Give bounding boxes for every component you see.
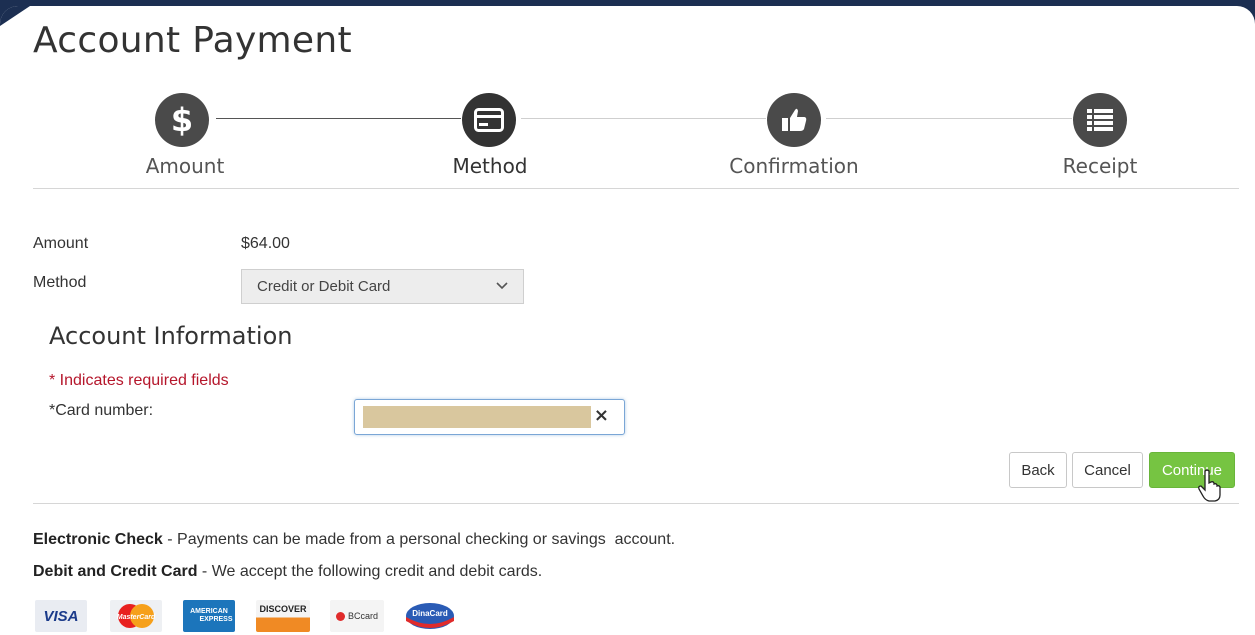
discover-logo-text: DISCOVER bbox=[259, 604, 307, 614]
mastercard-circles: MasterCard bbox=[117, 604, 156, 628]
amex-logo: AMERICAN EXPRESS bbox=[183, 600, 235, 632]
mastercard-logo: MasterCard bbox=[110, 600, 162, 632]
divider-bottom bbox=[33, 503, 1239, 504]
list-icon bbox=[1087, 109, 1113, 131]
cancel-button[interactable]: Cancel bbox=[1072, 452, 1143, 488]
dollar-icon: $ bbox=[171, 102, 193, 138]
back-button[interactable]: Back bbox=[1009, 452, 1067, 488]
discover-logo: DISCOVER bbox=[256, 600, 310, 632]
bccard-logo: BCcard bbox=[330, 600, 384, 632]
card-number-redacted bbox=[363, 406, 591, 428]
step-label-receipt: Receipt bbox=[1062, 154, 1138, 178]
step-amount[interactable]: $ bbox=[155, 93, 209, 147]
card-number-label: *Card number: bbox=[49, 402, 154, 419]
visa-logo-text: VISA bbox=[43, 607, 79, 625]
mastercard-logo-text: MasterCard bbox=[117, 614, 156, 621]
electronic-check-title: Electronic Check bbox=[33, 531, 163, 548]
step-connector-2 bbox=[521, 118, 766, 119]
amount-value: $64.00 bbox=[241, 235, 290, 252]
electronic-check-text: - Payments can be made from a personal c… bbox=[162, 531, 676, 548]
card-info-title: Debit and Credit Card bbox=[33, 563, 198, 580]
dinacard-logo-text: DinaCard bbox=[412, 609, 448, 618]
method-select-value: Credit or Debit Card bbox=[257, 278, 391, 295]
step-connector-1 bbox=[216, 118, 461, 119]
dinacard-logo: DinaCard bbox=[403, 600, 457, 632]
chevron-down-icon bbox=[496, 282, 508, 290]
method-select[interactable]: Credit or Debit Card bbox=[241, 269, 524, 304]
step-receipt[interactable] bbox=[1073, 93, 1127, 147]
page-frame: Account Payment $ Amount Method Confirma… bbox=[0, 6, 1255, 635]
hand-cursor-icon bbox=[1198, 469, 1221, 502]
bccard-logo-text: BCcard bbox=[347, 611, 378, 621]
step-confirmation[interactable] bbox=[767, 93, 821, 147]
electronic-check-info: Electronic Check - Payments can be made … bbox=[33, 531, 675, 549]
card-info-text: - We accept the following credit and deb… bbox=[197, 563, 543, 580]
credit-card-icon bbox=[474, 108, 504, 132]
account-information-heading: Account Information bbox=[49, 322, 293, 350]
card-number-input[interactable]: × bbox=[354, 399, 625, 435]
thumbs-up-icon bbox=[782, 108, 807, 131]
step-label-method: Method bbox=[452, 154, 528, 178]
page-title: Account Payment bbox=[33, 20, 352, 61]
amount-label: Amount bbox=[33, 235, 89, 252]
svg-text:$: $ bbox=[171, 102, 193, 138]
dinacard-shape: DinaCard bbox=[406, 603, 454, 629]
divider-top bbox=[33, 188, 1239, 189]
amex-logo-text-2: EXPRESS bbox=[199, 616, 233, 623]
clear-icon[interactable]: × bbox=[594, 405, 609, 426]
visa-logo: VISA bbox=[35, 600, 87, 632]
amex-logo-text-1: AMERICAN bbox=[190, 608, 228, 615]
bccard-logo-dot bbox=[335, 611, 345, 621]
required-fields-note: * Indicates required fields bbox=[49, 372, 229, 389]
step-method[interactable] bbox=[462, 93, 516, 147]
step-connector-3 bbox=[826, 118, 1072, 119]
method-label: Method bbox=[33, 274, 87, 291]
card-info: Debit and Credit Card - We accept the fo… bbox=[33, 563, 542, 581]
step-label-confirmation: Confirmation bbox=[729, 154, 859, 178]
window-corner bbox=[0, 6, 30, 26]
step-label-amount: Amount bbox=[145, 154, 225, 178]
continue-button[interactable]: Continue bbox=[1149, 452, 1235, 488]
